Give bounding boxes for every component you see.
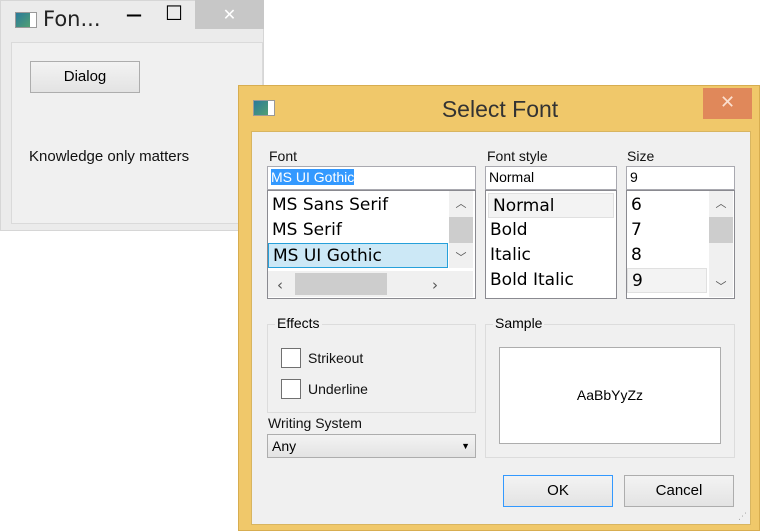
size-item[interactable]: 8 xyxy=(627,243,707,268)
dialog-client: Font MS UI Gothic MS Sans Serif MS Serif… xyxy=(251,131,751,525)
font-hscrollbar[interactable]: ‹ › xyxy=(268,271,473,297)
font-item[interactable]: MS Sans Serif xyxy=(268,193,448,218)
font-input-value: MS UI Gothic xyxy=(271,169,355,185)
window-title: Fon... xyxy=(43,7,101,31)
effects-label: Effects xyxy=(275,315,322,331)
scroll-left-icon[interactable]: ‹ xyxy=(268,276,292,294)
font-style-label: Font style xyxy=(487,148,548,164)
size-item[interactable]: 7 xyxy=(627,218,707,243)
font-style-list[interactable]: Normal Bold Italic Bold Italic xyxy=(485,190,617,299)
scroll-down-icon[interactable]: ﹀ xyxy=(709,278,733,294)
cancel-button[interactable]: Cancel xyxy=(624,475,734,507)
hscroll-thumb[interactable] xyxy=(295,273,387,295)
main-window: Fon... — ☐ ✕ Dialog Knowledge only matte… xyxy=(0,0,264,231)
font-list[interactable]: MS Sans Serif MS Serif MS UI Gothic ︿ ﹀ … xyxy=(267,190,476,299)
strikeout-label: Strikeout xyxy=(308,350,364,366)
sample-label: Sample xyxy=(493,315,545,331)
scroll-thumb[interactable] xyxy=(709,217,733,243)
dropdown-arrow-icon: ▼ xyxy=(461,441,470,451)
maximize-button[interactable]: ☐ xyxy=(159,0,189,28)
style-item[interactable]: Italic xyxy=(486,243,616,268)
knowledge-text: Knowledge only matters xyxy=(29,148,190,165)
underline-label: Underline xyxy=(308,381,368,397)
size-item-selected[interactable]: 9 xyxy=(627,268,707,293)
client-area: Dialog Knowledge only matters xyxy=(11,42,263,224)
style-item[interactable]: Bold Italic xyxy=(486,268,616,293)
size-list[interactable]: 6 7 8 9 ︿ ﹀ xyxy=(626,190,735,299)
sample-preview: AaBbYyZz xyxy=(499,347,721,444)
size-item[interactable]: 6 xyxy=(627,193,707,218)
scroll-up-icon[interactable]: ︿ xyxy=(709,195,733,211)
size-label: Size xyxy=(627,148,655,164)
dialog-close-button[interactable]: ✕ xyxy=(703,88,752,119)
font-label: Font xyxy=(269,148,298,164)
scroll-right-icon[interactable]: › xyxy=(423,276,447,294)
close-button[interactable]: ✕ xyxy=(195,0,264,29)
minimize-button[interactable]: — xyxy=(119,0,149,30)
resize-grip-icon[interactable]: ⋰ xyxy=(738,512,747,522)
font-item-selected[interactable]: MS UI Gothic xyxy=(268,243,448,268)
scroll-up-icon[interactable]: ︿ xyxy=(449,195,473,211)
writing-system-label: Writing System xyxy=(268,415,362,431)
dialog-title: Select Font xyxy=(441,96,559,122)
strikeout-checkbox[interactable] xyxy=(281,348,301,368)
font-item[interactable]: MS Serif xyxy=(268,218,448,243)
size-input[interactable]: 9 xyxy=(626,166,735,190)
font-vscrollbar[interactable]: ︿ ﹀ xyxy=(449,191,473,268)
style-item-selected[interactable]: Normal xyxy=(488,193,614,218)
scroll-thumb[interactable] xyxy=(449,217,473,243)
scroll-down-icon[interactable]: ﹀ xyxy=(449,249,473,265)
writing-system-combo[interactable]: Any ▼ xyxy=(267,434,476,458)
effects-group: Effects Strikeout Underline xyxy=(267,315,476,413)
style-item[interactable]: Bold xyxy=(486,218,616,243)
font-input[interactable]: MS UI Gothic xyxy=(267,166,476,190)
size-vscrollbar[interactable]: ︿ ﹀ xyxy=(709,191,733,297)
writing-system-value: Any xyxy=(272,438,297,454)
underline-checkbox[interactable] xyxy=(281,379,301,399)
font-style-input[interactable]: Normal xyxy=(485,166,617,190)
sample-group: Sample AaBbYyZz xyxy=(485,315,735,458)
app-icon xyxy=(15,12,37,28)
ok-button[interactable]: OK xyxy=(503,475,613,507)
dialog-button[interactable]: Dialog xyxy=(30,61,140,93)
select-font-dialog: Select Font ✕ Font MS UI Gothic MS Sans … xyxy=(238,85,760,531)
